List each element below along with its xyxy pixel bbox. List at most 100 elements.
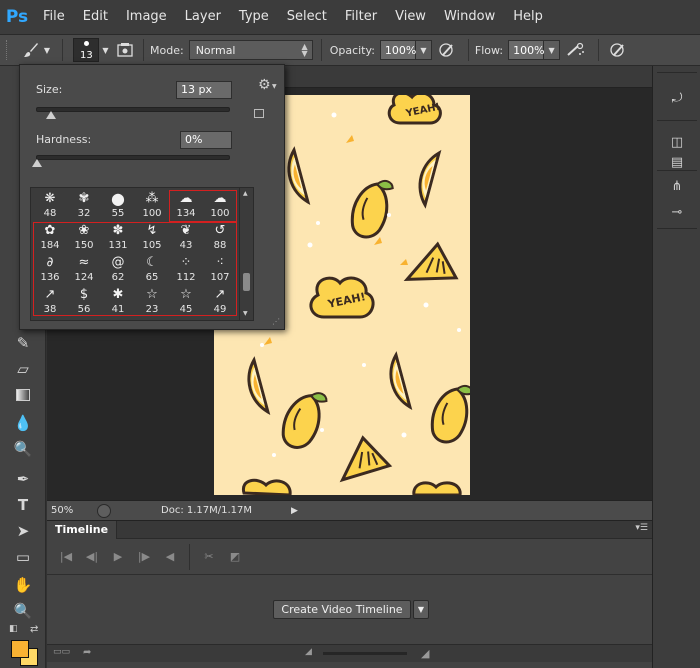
menu-type[interactable]: Type — [230, 0, 278, 34]
brush-preset-item[interactable]: ∂ 136 — [33, 254, 67, 286]
history-icon[interactable]: ⤾ — [667, 88, 687, 108]
tab-timeline[interactable]: Timeline — [47, 521, 118, 539]
zoom-level[interactable]: 50% — [51, 505, 97, 516]
brush-preset-item[interactable]: ↗ 38 — [33, 286, 67, 318]
brush-preset-item[interactable]: ☾ 65 — [135, 254, 169, 286]
scroll-up-icon[interactable]: ▲ — [243, 190, 248, 197]
default-colors-icon[interactable]: ◧ — [9, 624, 18, 634]
play-icon[interactable]: ▶ — [105, 544, 131, 570]
brush-preset-item[interactable]: $56 — [67, 286, 101, 318]
type-tool-icon[interactable]: T — [12, 494, 34, 516]
brush-preset-item[interactable]: ● 55 — [101, 190, 135, 222]
swap-colors-icon[interactable]: ⇄ — [30, 624, 38, 635]
info-icon[interactable]: ◫ — [667, 132, 687, 152]
pressure-opacity-button[interactable] — [432, 38, 462, 62]
brush-panel-icon[interactable]: ⋔ — [667, 176, 687, 196]
dodge-icon[interactable]: 🔍 — [12, 438, 34, 460]
options-bar-grip[interactable] — [6, 40, 16, 60]
previous-frame-icon[interactable]: ◀| — [79, 544, 105, 570]
mode-select[interactable]: Normal ▲ ▼ — [188, 40, 313, 60]
flow-field[interactable]: 100% — [508, 40, 545, 60]
brush-preset-item[interactable]: ☆ 23 — [135, 286, 169, 318]
eraser-icon[interactable]: ▱ — [12, 358, 34, 380]
brush-tip-icon: $ — [79, 287, 89, 302]
brush-preset-item[interactable]: ✿ 184 — [33, 222, 67, 254]
audio-icon[interactable]: ◀ — [157, 544, 183, 570]
menu-help[interactable]: Help — [504, 0, 552, 34]
zoom-in-icon[interactable]: ◢ — [421, 647, 429, 660]
history-brush-icon[interactable]: ✎ — [12, 332, 34, 354]
proof-icon[interactable] — [97, 503, 111, 518]
brush-preset-item[interactable]: ✱ 41 — [101, 286, 135, 318]
menu-image[interactable]: Image — [117, 0, 176, 34]
airbrush-button[interactable] — [560, 38, 592, 62]
blur-icon[interactable]: 💧 — [12, 412, 34, 434]
new-preset-icon[interactable] — [254, 109, 264, 118]
adjustments-icon[interactable]: ⊸ — [667, 202, 687, 222]
create-video-timeline-button[interactable]: Create Video Timeline — [273, 600, 411, 619]
properties-icon[interactable]: ▤ — [667, 152, 687, 172]
next-frame-icon[interactable]: |▶ — [131, 544, 157, 570]
scissors-icon[interactable]: ✂ — [196, 544, 222, 570]
timeline-mode-dropdown[interactable]: ▼ — [413, 600, 429, 619]
brush-preset-item[interactable]: ❦ 43 — [169, 222, 203, 254]
menu-window[interactable]: Window — [435, 0, 504, 34]
resize-grip-icon[interactable]: ⋰ — [272, 317, 280, 326]
tool-preset-picker[interactable]: ▼ — [16, 38, 56, 62]
hardness-field[interactable]: 0% — [180, 131, 232, 149]
brush-tip-icon: ⁘ — [180, 255, 192, 270]
zoom-out-icon[interactable]: ◢ — [305, 647, 312, 657]
path-selection-icon[interactable]: ➤ — [12, 520, 34, 542]
brush-preset-item[interactable]: @62 — [101, 254, 135, 286]
foreground-color-swatch[interactable] — [11, 640, 29, 658]
menu-layer[interactable]: Layer — [176, 0, 230, 34]
gear-icon[interactable]: ⚙ — [258, 77, 271, 93]
brush-preset-size: 134 — [176, 208, 196, 219]
brush-preset-item[interactable]: ↺ 88 — [203, 222, 237, 254]
size-slider-track[interactable] — [36, 107, 230, 112]
brush-preset-item[interactable]: ❀ 150 — [67, 222, 101, 254]
convert-icon[interactable]: ➦ — [83, 647, 91, 658]
size-field[interactable]: 13 px — [176, 81, 232, 99]
frame-view-icon[interactable]: ▭▭ — [53, 647, 70, 657]
menu-filter[interactable]: Filter — [336, 0, 386, 34]
brush-preset-item[interactable]: ❋ 48 — [33, 190, 67, 222]
menu-edit[interactable]: Edit — [74, 0, 117, 34]
menu-select[interactable]: Select — [278, 0, 336, 34]
brush-preset-item[interactable]: ≈124 — [67, 254, 101, 286]
brush-preset-item[interactable]: ↯ 105 — [135, 222, 169, 254]
opacity-dropdown[interactable]: ▼ — [415, 40, 432, 60]
brush-preset-item[interactable]: ✽ 131 — [101, 222, 135, 254]
brush-preset-item[interactable]: ☁ 100 — [203, 190, 237, 222]
status-menu-arrow-icon[interactable]: ▶ — [291, 506, 298, 516]
hardness-slider-track[interactable] — [36, 155, 230, 160]
hardness-slider-thumb[interactable] — [32, 159, 42, 167]
menu-view[interactable]: View — [386, 0, 435, 34]
gradient-icon[interactable] — [12, 384, 34, 406]
menu-file[interactable]: File — [34, 0, 74, 34]
pen-icon[interactable]: ✒ — [12, 468, 34, 490]
opacity-field[interactable]: 100% — [379, 40, 416, 60]
brush-preset-item[interactable]: ☆ 45 — [169, 286, 203, 318]
brush-preset-item[interactable]: ⁂ 100 — [135, 190, 169, 222]
go-to-first-frame-icon[interactable]: |◀ — [53, 544, 79, 570]
zoom-icon[interactable]: 🔍 — [12, 600, 34, 622]
brush-panel-toggle[interactable] — [113, 38, 137, 62]
hand-icon[interactable]: ✋ — [12, 574, 34, 596]
scrollbar-thumb[interactable] — [243, 273, 250, 291]
flow-dropdown[interactable]: ▼ — [544, 40, 561, 60]
brush-preset-item[interactable]: ☁ 134 — [169, 190, 203, 222]
brush-preset-item[interactable]: ⁖ 107 — [203, 254, 237, 286]
brush-preset-item[interactable]: ✾ 32 — [67, 190, 101, 222]
brush-preset-item[interactable]: ↗ 49 — [203, 286, 237, 318]
pressure-size-button[interactable] — [605, 38, 631, 62]
brush-preset-picker[interactable]: 13 ▼ — [69, 38, 113, 62]
timeline-zoom-slider[interactable] — [323, 652, 407, 655]
brush-grid-scrollbar[interactable]: ▲ ▼ — [240, 187, 254, 321]
transition-icon[interactable]: ◩ — [222, 544, 248, 570]
brush-preset-item[interactable]: ⁘ 112 — [169, 254, 203, 286]
size-slider-thumb[interactable] — [45, 111, 56, 119]
scroll-down-icon[interactable]: ▼ — [243, 310, 248, 317]
rectangle-icon[interactable]: ▭ — [12, 546, 34, 568]
panel-menu-icon[interactable]: ▾☰ — [635, 523, 648, 533]
